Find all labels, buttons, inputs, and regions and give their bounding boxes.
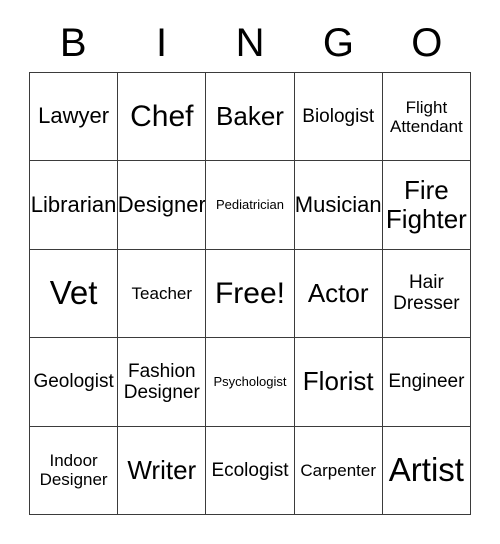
bingo-cell[interactable]: Hair Dresser xyxy=(382,249,471,339)
bingo-cell-label: Pediatrician xyxy=(216,196,284,212)
bingo-header-letter-n: N xyxy=(235,21,265,65)
bingo-cell[interactable]: Indoor Designer xyxy=(30,426,119,515)
bingo-header-letter-o: O xyxy=(411,21,443,65)
bingo-cell-label: Teacher xyxy=(131,283,193,303)
bingo-cell[interactable]: Carpenter xyxy=(294,426,383,515)
bingo-cell[interactable]: Artist xyxy=(382,426,471,515)
bingo-cell[interactable]: Vet xyxy=(30,249,119,339)
bingo-cell[interactable]: Lawyer xyxy=(30,73,119,162)
bingo-cell-label: Geologist xyxy=(33,371,114,393)
bingo-cell-label: Chef xyxy=(130,99,194,133)
bingo-cell[interactable]: Writer xyxy=(118,426,207,515)
bingo-cell[interactable]: Teacher xyxy=(118,249,207,339)
bingo-header-row: BINGO xyxy=(29,14,471,72)
bingo-cell-label: Biologist xyxy=(302,106,375,128)
bingo-cell[interactable]: Engineer xyxy=(382,338,471,427)
bingo-cell[interactable]: Fashion Designer xyxy=(118,338,207,427)
bingo-cell[interactable]: Psychologist xyxy=(206,338,295,427)
bingo-cell-label: Florist xyxy=(302,366,374,397)
bingo-cell-label: Carpenter xyxy=(300,460,376,480)
bingo-cell-label: Free! xyxy=(214,276,285,310)
bingo-cell-label: Flight Attendant xyxy=(390,97,463,136)
bingo-cell-label: Fire Fighter xyxy=(385,174,467,235)
bingo-cell[interactable]: Biologist xyxy=(294,73,383,162)
bingo-cell-label: Hair Dresser xyxy=(393,272,460,315)
bingo-cell[interactable]: Fire Fighter xyxy=(382,161,471,250)
bingo-cell[interactable]: Musician xyxy=(294,161,383,250)
bingo-header-letter-g: G xyxy=(322,21,354,65)
bingo-cell[interactable]: Florist xyxy=(294,338,383,427)
bingo-cell[interactable]: Baker xyxy=(206,73,295,162)
bingo-cell[interactable]: Flight Attendant xyxy=(382,73,471,162)
bingo-cell-label: Lawyer xyxy=(38,103,110,129)
bingo-cell-label: Writer xyxy=(127,454,197,485)
bingo-grid: Lawyer Chef Baker Biologist Flight Attendant… xyxy=(29,72,471,515)
bingo-cell[interactable]: Geologist xyxy=(30,338,119,427)
bingo-cell-label: Librarian xyxy=(30,191,117,217)
bingo-cell-label: Actor xyxy=(307,277,369,308)
bingo-cell-label: Psychologist xyxy=(213,373,287,389)
bingo-cell[interactable]: Free! xyxy=(206,249,295,339)
bingo-cell[interactable]: Chef xyxy=(118,73,207,162)
bingo-cell[interactable]: Librarian xyxy=(30,161,119,250)
bingo-cell-label: Ecologist xyxy=(211,459,289,481)
bingo-cell[interactable]: Ecologist xyxy=(206,426,295,515)
bingo-cell-label: Designer xyxy=(118,191,206,217)
bingo-cell-label: Baker xyxy=(216,101,284,132)
bingo-card: B I N G O Lawyer Chef Baker Biologist Flight Att… xyxy=(0,0,500,544)
bingo-cell-label: Artist xyxy=(388,450,464,488)
bingo-cell-label: Fashion Designer xyxy=(123,360,200,403)
bingo-cell-label: Vet xyxy=(49,274,98,312)
bingo-header-letter-i: I xyxy=(156,21,168,65)
bingo-cell[interactable]: Actor xyxy=(294,249,383,339)
bingo-cell-label: Indoor Designer xyxy=(39,451,108,490)
bingo-cell[interactable]: Designer xyxy=(118,161,207,250)
bingo-header-letter-b: B xyxy=(59,21,87,65)
bingo-cell[interactable]: Pediatrician xyxy=(206,161,295,250)
bingo-cell-label: Engineer xyxy=(388,371,465,393)
bingo-cell-label: Musician xyxy=(294,191,382,217)
